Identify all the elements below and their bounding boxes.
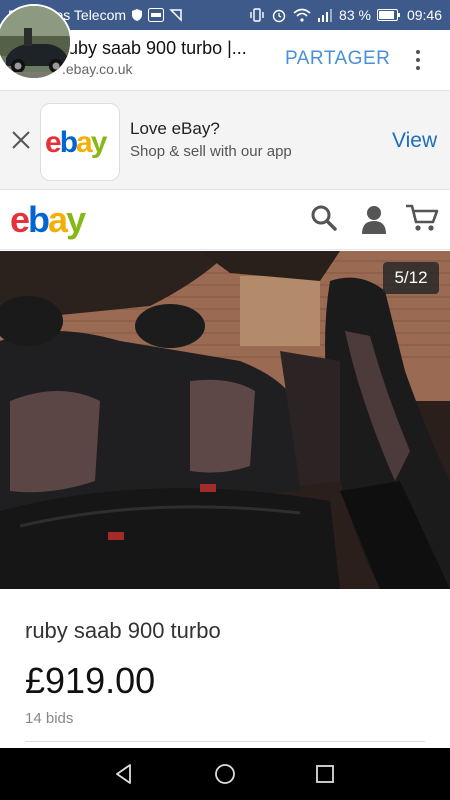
search-icon[interactable]	[310, 204, 338, 232]
logo-letter-y: y	[66, 200, 86, 240]
close-icon[interactable]	[10, 129, 32, 151]
product-image-gallery[interactable]: 5/12	[0, 251, 450, 589]
divider	[25, 741, 425, 742]
wifi-icon	[293, 8, 311, 22]
banner-subtitle: Shop & sell with our app	[130, 143, 292, 160]
product-image	[0, 251, 450, 589]
image-counter: 5/12	[383, 262, 439, 294]
app-banner: ebay Love eBay? Shop & sell with our app…	[0, 90, 450, 190]
signal-icon	[317, 8, 333, 22]
vibrate-icon	[249, 7, 265, 23]
user-icon[interactable]	[360, 204, 388, 234]
app-logo-letter-y: y	[91, 126, 108, 159]
android-nav-bar	[0, 748, 450, 800]
product-title: ruby saab 900 turbo	[25, 618, 221, 643]
back-icon[interactable]	[112, 762, 136, 786]
page-info: ruby saab 900 turbo |... .ebay.co.uk	[62, 38, 272, 77]
page-url: .ebay.co.uk	[62, 61, 133, 77]
ebay-notification-icon	[148, 8, 165, 22]
ebay-logo[interactable]: ebay	[10, 199, 100, 247]
shield-icon	[131, 8, 143, 22]
app-logo-letter-b: b	[60, 126, 78, 159]
more-vert-icon[interactable]	[410, 46, 426, 74]
recent-apps-icon[interactable]	[313, 762, 337, 786]
home-icon[interactable]	[213, 762, 237, 786]
ebay-app-icon[interactable]: ebay	[40, 103, 120, 181]
battery-percent: 83 %	[339, 7, 371, 23]
share-button[interactable]: PARTAGER	[285, 48, 390, 70]
alarm-icon	[271, 7, 287, 23]
bid-count[interactable]: 14 bids	[25, 710, 73, 727]
banner-title: Love eBay?	[130, 119, 220, 138]
app-logo-letter-e: e	[45, 126, 61, 159]
logo-letter-b: b	[28, 200, 49, 240]
battery-icon	[376, 9, 401, 21]
check-icon	[169, 8, 183, 22]
page-title: ruby saab 900 turbo |...	[62, 38, 247, 58]
view-app-button[interactable]: View	[392, 129, 437, 153]
site-header: ebay	[0, 190, 450, 250]
clock: 09:46	[406, 7, 442, 23]
cart-icon[interactable]	[405, 202, 439, 234]
product-price: £919.00	[25, 660, 156, 701]
svg-text:ebay: ebay	[10, 200, 86, 240]
svg-text:ebay: ebay	[45, 126, 108, 159]
logo-letter-e: e	[10, 200, 29, 240]
